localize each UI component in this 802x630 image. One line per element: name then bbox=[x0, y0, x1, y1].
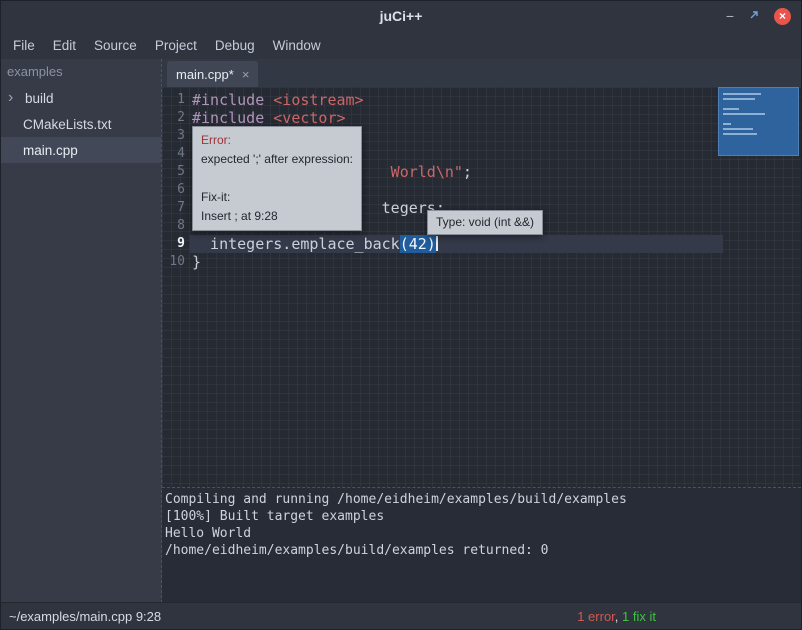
chevron-right-icon[interactable]: › bbox=[1, 90, 25, 106]
main-body: examples ›build CMakeLists.txt main.cpp ma… bbox=[1, 59, 801, 603]
line-number: 4 bbox=[162, 145, 190, 163]
overview-line bbox=[723, 133, 757, 135]
code-text: #include <vector> bbox=[190, 109, 723, 127]
line-number: 9 bbox=[162, 235, 190, 253]
code-token: #include bbox=[192, 109, 273, 127]
tooltip-row: Insert ; at 9:28 bbox=[201, 207, 353, 226]
maximize-icon[interactable] bbox=[748, 9, 760, 23]
tree-item-cmakelists-txt[interactable]: CMakeLists.txt bbox=[1, 111, 161, 137]
terminal-line: Hello World bbox=[165, 525, 801, 542]
app-window: juCi++ − × FileEditSourceProjectDebugWin… bbox=[0, 0, 802, 630]
code-token: } bbox=[192, 253, 201, 271]
code-token: <vector> bbox=[273, 109, 345, 127]
close-icon[interactable]: × bbox=[774, 8, 791, 25]
overview-slider[interactable] bbox=[718, 87, 799, 156]
overview-line bbox=[723, 113, 765, 115]
code-line-9[interactable]: 9 integers.emplace_back(42) bbox=[162, 235, 801, 253]
code-token: integers.emplace_back bbox=[192, 235, 400, 253]
code-line-2[interactable]: 2#include <vector> bbox=[162, 109, 801, 127]
file-tree-items: ›build CMakeLists.txt main.cpp bbox=[1, 85, 161, 163]
code-editor[interactable]: 1#include <iostream>2#include <vector>34… bbox=[162, 87, 801, 487]
overview-map[interactable] bbox=[718, 87, 801, 487]
code-line-1[interactable]: 1#include <iostream> bbox=[162, 91, 801, 109]
window-controls: − × bbox=[726, 1, 791, 31]
text-caret bbox=[436, 236, 438, 251]
status-separator: , bbox=[615, 609, 622, 624]
status-location: ~/examples/main.cpp 9:28 bbox=[9, 609, 161, 624]
output-terminal[interactable]: Compiling and running /home/eidheim/exam… bbox=[162, 487, 801, 603]
tree-item-label: build bbox=[25, 91, 54, 106]
overview-line bbox=[723, 93, 761, 95]
tooltip-error-title: Error: bbox=[201, 131, 353, 150]
tooltip-row: expected ';' after expression: bbox=[201, 150, 353, 169]
line-number: 7 bbox=[162, 199, 190, 217]
code-token: ; bbox=[463, 163, 472, 181]
status-error-count: 1 error bbox=[577, 609, 615, 624]
code-token: <iostream> bbox=[273, 91, 363, 109]
menu-edit[interactable]: Edit bbox=[44, 38, 85, 53]
file-tree: examples ›build CMakeLists.txt main.cpp bbox=[1, 59, 161, 603]
line-number: 2 bbox=[162, 109, 190, 127]
tab-label: main.cpp* bbox=[176, 67, 234, 82]
line-number: 10 bbox=[162, 253, 190, 271]
line-number: 6 bbox=[162, 181, 190, 199]
menu-bar: FileEditSourceProjectDebugWindow bbox=[1, 31, 801, 60]
menu-project[interactable]: Project bbox=[146, 38, 206, 53]
line-number: 1 bbox=[162, 91, 190, 109]
tree-item-label: CMakeLists.txt bbox=[1, 117, 112, 132]
menu-file[interactable]: File bbox=[4, 38, 44, 53]
line-number: 5 bbox=[162, 163, 190, 181]
code-token: World\n" bbox=[391, 163, 463, 181]
menu-window[interactable]: Window bbox=[264, 38, 330, 53]
line-number: 8 bbox=[162, 217, 190, 235]
tab-main-cpp[interactable]: main.cpp* × bbox=[167, 61, 258, 87]
bracket-highlight: (42) bbox=[400, 235, 436, 253]
menu-debug[interactable]: Debug bbox=[206, 38, 264, 53]
tab-close-icon[interactable]: × bbox=[242, 68, 250, 81]
diagnostic-tooltip: Error:expected ';' after expression: Fix… bbox=[192, 126, 362, 231]
title-bar[interactable]: juCi++ − × bbox=[1, 1, 801, 31]
code-text: #include <iostream> bbox=[190, 91, 723, 109]
terminal-line: [100%] Built target examples bbox=[165, 508, 801, 525]
overview-line bbox=[723, 128, 753, 130]
terminal-line: Compiling and running /home/eidheim/exam… bbox=[165, 491, 801, 508]
editor-pane: main.cpp* × 1#include <iostream>2#includ… bbox=[161, 59, 801, 603]
overview-minicode bbox=[723, 93, 798, 135]
overview-line bbox=[723, 123, 731, 125]
status-fixit-count: 1 fix it bbox=[622, 609, 656, 624]
tooltip-row bbox=[201, 169, 353, 188]
minimize-icon[interactable]: − bbox=[726, 9, 734, 23]
code-text: } bbox=[190, 253, 723, 271]
tab-bar: main.cpp* × bbox=[162, 59, 801, 87]
overview-line bbox=[723, 98, 755, 100]
project-root-folder[interactable]: examples bbox=[1, 59, 161, 85]
status-bar: ~/examples/main.cpp 9:28 1 error, 1 fix … bbox=[1, 602, 801, 629]
code-token: #include bbox=[192, 91, 273, 109]
menu-source[interactable]: Source bbox=[85, 38, 146, 53]
line-number: 3 bbox=[162, 127, 190, 145]
tree-item-label: main.cpp bbox=[1, 143, 78, 158]
type-tooltip: Type: void (int &&) bbox=[427, 210, 543, 235]
code-text: integers.emplace_back(42) bbox=[190, 235, 723, 253]
tree-item-build[interactable]: ›build bbox=[1, 85, 161, 111]
overview-line bbox=[723, 108, 739, 110]
status-diagnostics: 1 error, 1 fix it bbox=[577, 609, 656, 624]
window-title: juCi++ bbox=[1, 1, 801, 31]
tree-item-main-cpp[interactable]: main.cpp bbox=[1, 137, 161, 163]
tooltip-row: Fix-it: bbox=[201, 188, 353, 207]
code-line-10[interactable]: 10} bbox=[162, 253, 801, 271]
terminal-line: /home/eidheim/examples/build/examples re… bbox=[165, 542, 801, 559]
